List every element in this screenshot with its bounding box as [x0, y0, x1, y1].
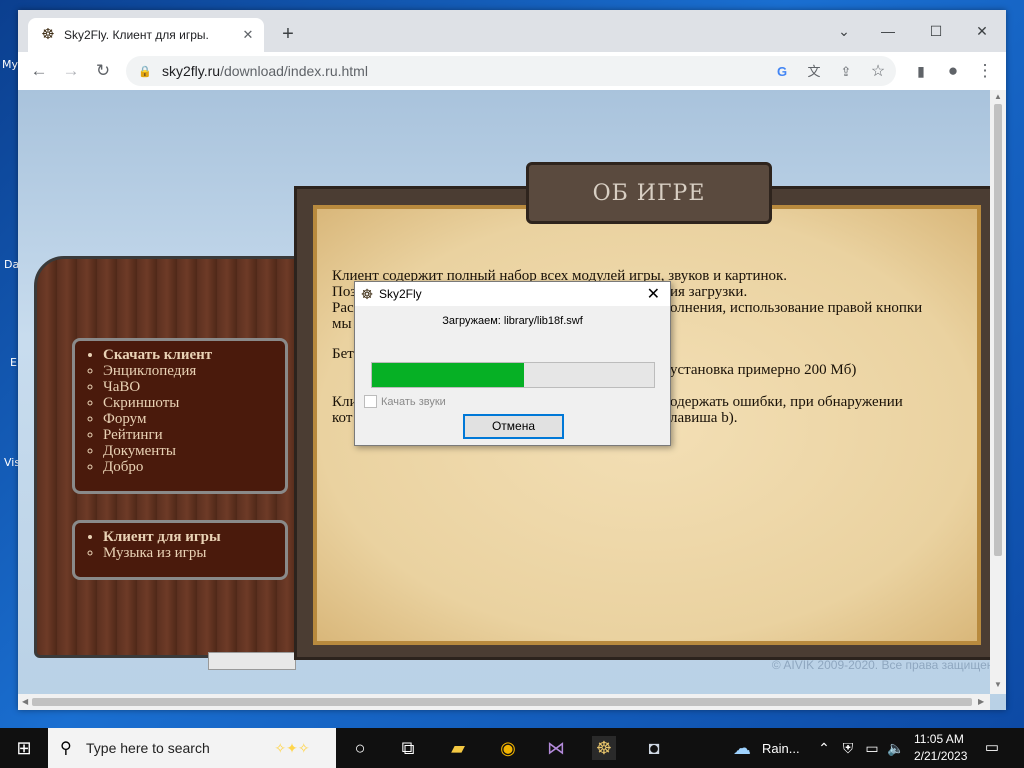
content-line-6b: одержать ошибки, при обнаружении: [670, 394, 903, 410]
vertical-scrollbar[interactable]: ▲ ▼: [990, 90, 1006, 694]
bookmark-star-icon[interactable]: ☆: [869, 63, 887, 81]
url-path: /download/index.ru.html: [220, 63, 368, 79]
dialog-title: Sky2Fly: [379, 287, 422, 301]
new-tab-button[interactable]: +: [278, 24, 298, 44]
url-host: sky2fly.ru: [162, 63, 221, 79]
reload-button[interactable]: ↻: [92, 60, 114, 82]
content-line-2b: ия загрузки.: [670, 284, 748, 300]
security-icon[interactable]: ⛨: [836, 736, 860, 760]
main-menu-item[interactable]: Добро: [103, 459, 285, 475]
checkbox-box[interactable]: [364, 395, 377, 408]
vertical-scroll-thumb[interactable]: [994, 104, 1002, 556]
scroll-left-icon[interactable]: ◀: [22, 697, 28, 706]
search-icon: ⚲: [60, 740, 72, 757]
scroll-down-icon[interactable]: ▼: [994, 680, 1002, 689]
main-menu-item[interactable]: ЧаВО: [103, 379, 285, 395]
cortana-icon[interactable]: ○: [348, 736, 372, 760]
windows-start-icon[interactable]: ⊞: [12, 736, 36, 760]
task-view-icon[interactable]: ⧉: [396, 736, 420, 760]
weather-icon[interactable]: ☁: [730, 736, 754, 760]
profile-avatar-icon[interactable]: ●: [942, 60, 964, 82]
address-bar[interactable]: 🔒 sky2fly.ru/download/index.ru.html G 文 …: [126, 56, 896, 86]
main-menu-item[interactable]: Рейтинги: [103, 427, 285, 443]
taskbar: ⊞ ⚲ Type here to search ✧✦✧ ○ ⧉ ▰ ◉ ⋈ ☸ …: [0, 728, 1024, 768]
sub-menu-item[interactable]: Музыка из игры: [103, 545, 285, 561]
network-icon[interactable]: ▭: [860, 736, 884, 760]
search-highlight-icon[interactable]: ✧✦✧: [264, 736, 320, 760]
share-icon[interactable]: ⇪: [837, 63, 855, 81]
visual-studio-icon[interactable]: ⋈: [544, 736, 568, 760]
content-line-3b: олнения, использование правой кнопки: [670, 300, 923, 316]
minimize-button[interactable]: —: [868, 16, 908, 46]
close-window-button[interactable]: ✕: [962, 16, 1002, 46]
lock-icon[interactable]: 🔒: [138, 65, 152, 78]
dialog-titlebar[interactable]: ☸ Sky2Fly ✕: [355, 282, 670, 306]
banner-title: ОБ ИГРЕ: [592, 180, 706, 206]
tab-sky2fly[interactable]: ☸ Sky2Fly. Клиент для игры. ✕: [28, 18, 264, 52]
notification-icon[interactable]: ▭: [980, 736, 1004, 760]
checkbox-label: Качать звуки: [381, 395, 446, 408]
back-button[interactable]: ←: [28, 60, 50, 82]
main-menu-item[interactable]: Скачать клиент: [103, 347, 285, 363]
main-menu-item[interactable]: Документы: [103, 443, 285, 459]
helm-icon: ☸: [360, 286, 374, 302]
desktop-label-2[interactable]: Da: [4, 258, 19, 271]
desktop-label-3[interactable]: E: [10, 356, 17, 369]
dialog-close-icon[interactable]: ✕: [647, 284, 660, 304]
browser-menu-icon[interactable]: ⋮: [974, 60, 996, 82]
forward-button[interactable]: →: [60, 60, 82, 82]
main-menu: Скачать клиентЭнциклопедияЧаВОСкриншотыФ…: [72, 338, 288, 494]
google-icon[interactable]: G: [773, 63, 791, 81]
weather-text[interactable]: Rain...: [762, 741, 800, 756]
tab-search-icon[interactable]: ⌄: [824, 16, 864, 46]
url-text[interactable]: sky2fly.ru/download/index.ru.html: [162, 63, 368, 79]
main-menu-item[interactable]: Форум: [103, 411, 285, 427]
content-line-2a: Поз: [332, 284, 357, 300]
download-status: Загружаем: library/lib18f.swf: [442, 315, 583, 327]
clock-date[interactable]: 2/21/2023: [914, 749, 967, 763]
cancel-button[interactable]: Отмена: [463, 414, 564, 439]
clock-time[interactable]: 11:05 AM: [914, 732, 964, 746]
progress-fill: [372, 363, 525, 387]
chevron-up-icon[interactable]: ⌃: [812, 736, 836, 760]
content-line-7b: лавиша b).: [670, 410, 738, 426]
content-line-3a: Рас: [332, 300, 354, 316]
section-banner: ОБ ИГРЕ: [526, 162, 772, 224]
helm-icon: ☸: [41, 26, 55, 43]
tab-strip: ☸ Sky2Fly. Клиент для игры. ✕ + ⌄ — ☐ ✕: [18, 10, 1006, 52]
broken-image: [208, 652, 296, 670]
browser-toolbar: ← → ↻ 🔒 sky2fly.ru/download/index.ru.htm…: [18, 52, 1006, 90]
download-sounds-checkbox[interactable]: Качать звуки: [364, 395, 446, 408]
search-placeholder: Type here to search: [86, 740, 210, 756]
horizontal-scrollbar[interactable]: ◀ ▶: [18, 694, 990, 710]
main-menu-item[interactable]: Скриншоты: [103, 395, 285, 411]
copyright-text: © AIVIK 2009-2020. Все права защищены: [771, 658, 1002, 672]
desktop-label-1[interactable]: My: [2, 58, 18, 71]
content-line-7a: кот: [332, 410, 353, 426]
main-menu-item[interactable]: Энциклопедия: [103, 363, 285, 379]
sky2fly-taskbar-icon[interactable]: ☸: [592, 736, 616, 760]
camera-icon[interactable]: ◘: [642, 736, 666, 760]
tab-close-icon[interactable]: ✕: [240, 27, 256, 43]
volume-icon[interactable]: 🔈: [884, 736, 908, 760]
scroll-up-icon[interactable]: ▲: [994, 92, 1002, 101]
sub-menu-item[interactable]: Клиент для игры: [103, 529, 285, 545]
maximize-button[interactable]: ☐: [916, 16, 956, 46]
file-explorer-icon[interactable]: ▰: [446, 736, 470, 760]
content-line-4a: мы: [332, 316, 352, 332]
content-line-5a: Бет: [332, 346, 354, 362]
horizontal-scroll-thumb[interactable]: [32, 698, 972, 706]
download-dialog: ☸ Sky2Fly ✕ Загружаем: library/lib18f.sw…: [354, 281, 671, 446]
side-panel-icon[interactable]: ▮: [910, 60, 932, 82]
translate-icon[interactable]: 文: [805, 63, 823, 81]
download-progress-bar: [371, 362, 655, 388]
chrome-icon[interactable]: ◉: [496, 736, 520, 760]
tab-title: Sky2Fly. Клиент для игры.: [64, 28, 209, 42]
scroll-right-icon[interactable]: ▶: [978, 697, 984, 706]
sub-menu: Клиент для игрыМузыка из игры: [72, 520, 288, 580]
content-line-5b: установка примерно 200 Мб): [670, 362, 857, 378]
